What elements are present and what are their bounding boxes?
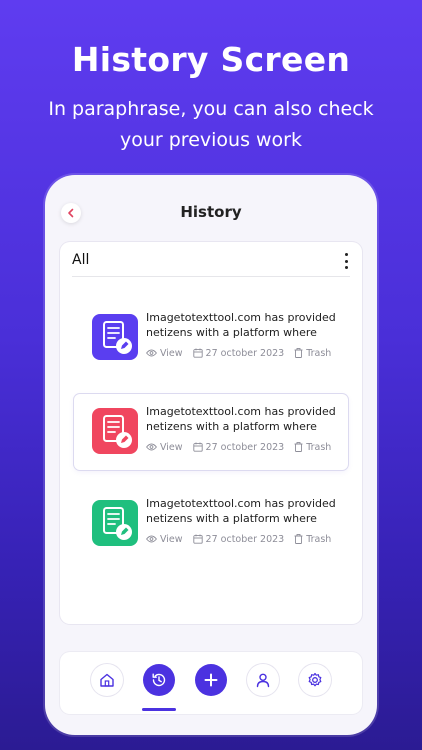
history-item[interactable]: Imagetotexttool.com has provided netizen… [74,300,348,376]
nav-settings-button[interactable] [299,664,331,696]
document-edit-icon [92,408,138,454]
promo-title: History Screen [71,40,351,79]
promo-subtitle-line1: In paraphrase, you can also check [48,98,374,120]
bottom-nav [60,652,362,714]
history-panel: All Imagetotexttool.com has provided net… [60,242,362,624]
promo-subtitle: In paraphrase, you can also check your p… [20,94,402,156]
nav-home-button[interactable] [91,664,123,696]
history-item[interactable]: Imagetotexttool.com has provided netizen… [74,486,348,562]
history-item-date: 27 october 2023 [205,347,285,359]
history-item-text-line2: netizens with a platform where [146,420,317,433]
history-icon [152,673,166,687]
phone-frame: History All Imagetotexttool.com has prov… [45,175,377,735]
view-button[interactable]: View [146,534,183,545]
document-edit-icon [92,314,138,360]
screen-title: History [180,203,242,221]
trash-label: Trash [306,533,332,545]
calendar-icon [192,348,203,358]
document-edit-icon [92,500,138,546]
eye-icon [146,535,157,543]
calendar-icon [192,442,203,452]
eye-icon [146,443,157,451]
trash-label: Trash [306,347,332,359]
history-item-text-line2: netizens with a platform where [146,326,317,339]
history-item-date: 27 october 2023 [205,441,285,453]
settings-icon [308,672,322,687]
view-button[interactable]: View [146,442,183,453]
calendar-icon [192,534,203,544]
view-label: View [160,347,183,359]
trash-button[interactable]: Trash [294,534,331,545]
history-item[interactable]: Imagetotexttool.com has provided netizen… [74,394,348,470]
view-label: View [160,441,183,453]
promo-subtitle-line2: your previous work [119,129,302,151]
history-item-text-line2: netizens with a platform where [146,512,317,525]
nav-profile-button[interactable] [247,664,279,696]
more-options-icon[interactable] [340,253,352,269]
divider [72,276,350,277]
trash-icon [294,534,303,544]
eye-icon [146,349,157,357]
profile-icon [256,673,270,688]
trash-icon [294,348,303,358]
history-item-date: 27 october 2023 [205,533,285,545]
nav-add-button[interactable] [195,664,227,696]
active-tab-indicator [142,708,176,711]
trash-label: Trash [306,441,332,453]
trash-icon [294,442,303,452]
add-icon [204,673,218,687]
filter-dropdown[interactable]: All [72,252,89,268]
history-item-text-line1: Imagetotexttool.com has provided [146,405,336,418]
nav-history-button[interactable] [143,664,175,696]
trash-button[interactable]: Trash [294,442,331,453]
trash-button[interactable]: Trash [294,348,331,359]
history-item-text-line1: Imagetotexttool.com has provided [146,311,336,324]
view-button[interactable]: View [146,348,183,359]
home-icon [100,673,114,687]
history-item-text-line1: Imagetotexttool.com has provided [146,497,336,510]
view-label: View [160,533,183,545]
